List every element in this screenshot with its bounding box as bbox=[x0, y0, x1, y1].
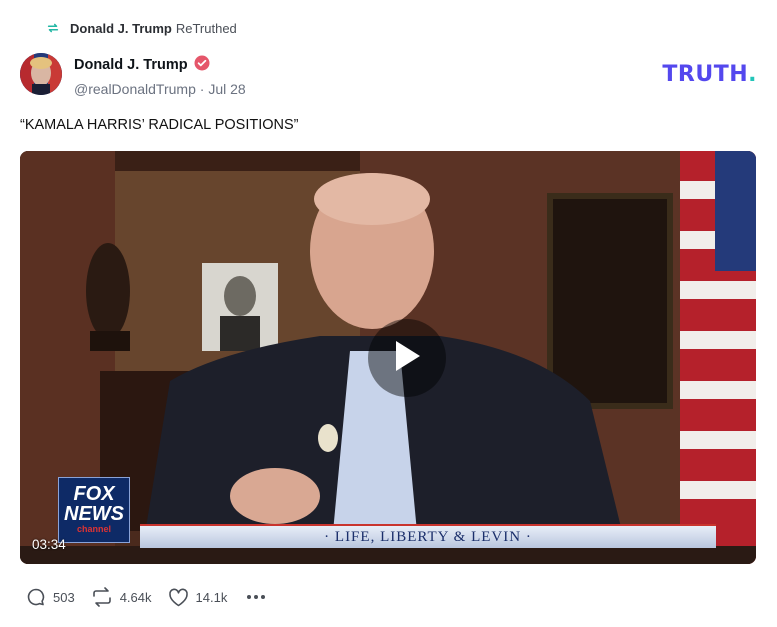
reply-icon bbox=[26, 587, 46, 607]
like-button[interactable]: 14.1k bbox=[168, 588, 228, 607]
reply-button[interactable]: 503 bbox=[26, 587, 75, 607]
logo-dot: . bbox=[748, 62, 757, 87]
author-name[interactable]: Donald J. Trump bbox=[74, 57, 188, 73]
post-text: “KAMALA HARRIS’ RADICAL POSITIONS” bbox=[20, 117, 299, 133]
post-header: Donald J. Trump @realDonaldTrump · Jul 2… bbox=[20, 53, 757, 97]
video-duration: 03:34 bbox=[32, 537, 66, 552]
more-options-icon[interactable] bbox=[247, 595, 266, 599]
network-logo: FOX NEWS channel bbox=[58, 477, 130, 543]
retruth-indicator: Donald J. Trump ReTruthed bbox=[46, 18, 237, 38]
retruth-count: 4.64k bbox=[119, 589, 152, 605]
retruth-label: ReTruthed bbox=[175, 20, 237, 36]
heart-icon bbox=[168, 588, 189, 607]
like-count: 14.1k bbox=[195, 589, 228, 605]
post-actions: 503 4.64k 14.1k bbox=[26, 586, 266, 608]
play-icon bbox=[392, 339, 422, 378]
network-logo-line3: channel bbox=[76, 524, 111, 534]
network-logo-line2: NEWS bbox=[64, 503, 124, 525]
network-logo-line1: FOX bbox=[73, 483, 115, 505]
retruth-action-icon bbox=[91, 587, 113, 607]
video-player[interactable]: FOX NEWS channel · LIFE, LIBERTY & LEVIN… bbox=[20, 151, 756, 564]
play-button[interactable] bbox=[368, 319, 446, 397]
avatar[interactable] bbox=[20, 53, 62, 95]
retruth-button[interactable]: 4.64k bbox=[91, 587, 152, 607]
truth-logo[interactable]: TRUTH. bbox=[662, 62, 757, 87]
logo-main: TRUTH bbox=[662, 62, 749, 87]
lower-third-banner: · LIFE, LIBERTY & LEVIN · bbox=[140, 524, 716, 548]
reply-count: 503 bbox=[53, 589, 75, 605]
handle-and-date: @realDonaldTrump · Jul 28 bbox=[74, 81, 246, 97]
retruth-icon bbox=[46, 21, 60, 35]
post-date[interactable]: Jul 28 bbox=[208, 81, 245, 97]
retruth-user[interactable]: Donald J. Trump bbox=[70, 21, 172, 36]
verified-badge-icon bbox=[194, 55, 210, 75]
author-handle[interactable]: @realDonaldTrump bbox=[74, 81, 196, 97]
